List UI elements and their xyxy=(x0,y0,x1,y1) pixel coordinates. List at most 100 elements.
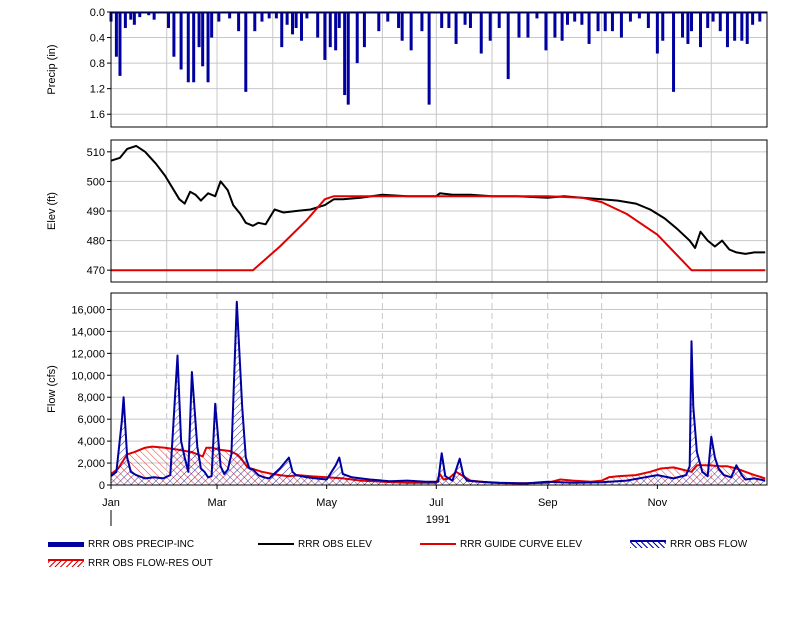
precip-bar xyxy=(596,12,600,32)
precip-bar xyxy=(463,12,467,25)
precip-bar xyxy=(355,12,359,64)
precip-bar xyxy=(237,12,241,32)
precip-bar xyxy=(409,12,413,51)
precip-bar xyxy=(294,12,298,28)
precip-bar xyxy=(610,12,614,32)
precip-bar xyxy=(447,12,451,28)
x-tick-label: Jan xyxy=(102,497,120,509)
chart-figure: 0.0 0.4 0.8 1.2 1.6 Precip (in) 470 480 490 500 51… xyxy=(46,7,768,526)
precip-bar xyxy=(172,12,176,57)
precip-bar xyxy=(672,12,676,92)
legend-item-res-out: RRR OBS FLOW-RES OUT xyxy=(48,556,213,570)
precip-bar xyxy=(566,12,570,25)
legend-label-elev: RRR OBS ELEV xyxy=(298,538,372,550)
precip-bar xyxy=(740,12,744,41)
precip-bar xyxy=(686,12,690,44)
precip-bar xyxy=(114,12,118,57)
y-axis-label: Elev (ft) xyxy=(46,192,58,230)
precip-bar xyxy=(201,12,205,67)
precip-bar xyxy=(244,12,248,92)
precip-bar xyxy=(553,12,557,38)
precip-bar xyxy=(699,12,703,48)
y-tick-label: 480 xyxy=(87,236,105,248)
precip-bar xyxy=(517,12,521,38)
precip-bar xyxy=(323,12,327,60)
y-tick-label: 490 xyxy=(87,206,105,218)
precip-bar xyxy=(400,12,404,41)
precip-bar xyxy=(397,12,401,28)
legend-item-flow: RRR OBS FLOW xyxy=(630,537,747,551)
precip-bar xyxy=(655,12,659,54)
precip-bar xyxy=(706,12,710,28)
legend-label-flow: RRR OBS FLOW xyxy=(670,538,748,550)
precip-bar xyxy=(179,12,183,70)
y-tick-label: 0 xyxy=(99,480,105,492)
precip-bar xyxy=(132,12,136,25)
precip-bar xyxy=(479,12,483,54)
y-tick-label: 14,000 xyxy=(71,326,105,338)
obs-elev-line xyxy=(110,144,766,255)
x-axis-year-label: 1991 xyxy=(426,514,450,526)
precip-bar xyxy=(526,12,530,38)
precip-bar xyxy=(346,12,350,105)
precip-bar xyxy=(280,12,284,48)
precip-bar xyxy=(488,12,492,41)
y-tick-label: 1.2 xyxy=(90,84,105,96)
y-tick-label: 4,000 xyxy=(77,436,105,448)
legend-swatch-flow xyxy=(630,540,666,548)
legend-item-precip: RRR OBS PRECIP-INC xyxy=(48,537,194,551)
precip-bar xyxy=(285,12,289,25)
precip-bar xyxy=(440,12,444,28)
x-tick-label: Sep xyxy=(538,497,558,509)
precip-bar xyxy=(197,12,201,48)
y-tick-label: 0.8 xyxy=(90,58,105,70)
precip-bar xyxy=(468,12,472,28)
precip-bar xyxy=(316,12,320,38)
x-tick-label: Mar xyxy=(208,497,227,509)
precip-bar xyxy=(690,12,694,32)
precip-bar xyxy=(580,12,584,25)
legend-item-guide-curve: RRR GUIDE CURVE ELEV xyxy=(420,537,582,551)
precip-bar xyxy=(661,12,665,41)
precip-bar xyxy=(186,12,190,83)
precip-bar xyxy=(506,12,510,80)
precip-bar xyxy=(253,12,257,32)
precip-bar xyxy=(454,12,458,44)
y-axis-label: Flow (cfs) xyxy=(46,365,58,413)
precip-bar xyxy=(497,12,501,28)
precip-bar xyxy=(118,12,122,76)
precip-bar xyxy=(343,12,347,96)
y-tick-label: 0.0 xyxy=(90,7,105,19)
precip-bar xyxy=(725,12,729,48)
legend-swatch-guide-curve xyxy=(420,543,456,545)
legend-swatch-res-out xyxy=(48,559,84,567)
guide-curve-line xyxy=(111,195,766,272)
precip-bar xyxy=(420,12,424,32)
x-tick-label: May xyxy=(316,497,337,509)
y-tick-label: 1.6 xyxy=(90,109,105,121)
y-tick-label: 12,000 xyxy=(71,348,105,360)
legend-label-guide-curve: RRR GUIDE CURVE ELEV xyxy=(460,538,583,550)
precip-bar xyxy=(362,12,366,48)
y-tick-label: 2,000 xyxy=(77,458,105,470)
precip-bar xyxy=(718,12,722,32)
precip-bar xyxy=(192,12,196,83)
precip-bar xyxy=(603,12,607,32)
precip-bar xyxy=(587,12,591,44)
legend-label-res-out: RRR OBS FLOW-RES OUT xyxy=(88,557,213,569)
precip-bar xyxy=(560,12,564,41)
legend-swatch-elev xyxy=(258,543,294,545)
y-tick-label: 10,000 xyxy=(71,370,105,382)
precip-bar xyxy=(300,12,304,41)
precip-bar xyxy=(291,12,295,35)
y-axis-label: Precip (in) xyxy=(46,44,58,94)
legend-swatch-precip xyxy=(48,541,84,547)
precip-bar xyxy=(544,12,548,51)
precip-bar xyxy=(681,12,685,38)
precip-bar xyxy=(337,12,341,28)
legend-item-elev: RRR OBS ELEV xyxy=(258,537,372,551)
precip-bar xyxy=(377,12,381,32)
y-tick-label: 510 xyxy=(87,147,105,159)
precip-bar xyxy=(206,12,210,83)
precip-bar xyxy=(328,12,332,48)
